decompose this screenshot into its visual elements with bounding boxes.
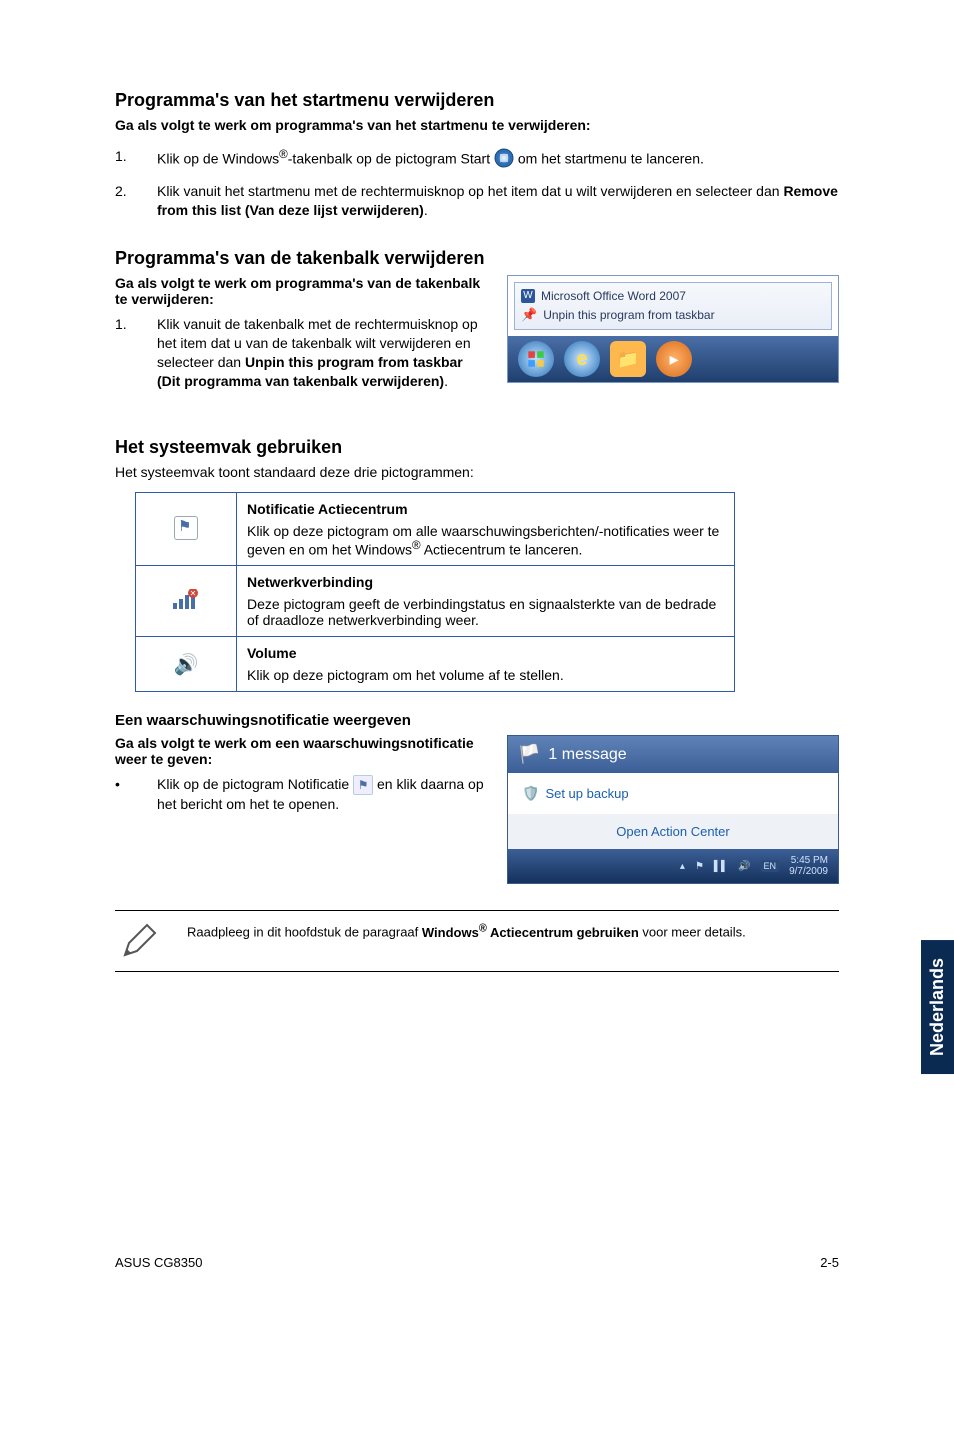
tray-network-icon[interactable]: ▌▌: [714, 861, 728, 872]
note-box: Raadpleeg in dit hoofdstuk de paragraaf …: [115, 910, 839, 972]
table-row: 🔊 Volume Klik op deze pictogram om het v…: [136, 637, 735, 692]
footer-page-number: 2-5: [820, 1255, 839, 1270]
tray-flag-icon[interactable]: ⚑: [695, 861, 704, 872]
bullet-marker: •: [115, 775, 157, 814]
unpin-screenshot: W Microsoft Office Word 2007 📌 Unpin thi…: [507, 275, 839, 383]
network-icon-cell: ✕: [136, 566, 237, 637]
language-side-tab: Nederlands: [921, 940, 954, 1074]
cell-title: Notificatie Actiecentrum: [247, 501, 724, 517]
cell-body: Deze pictogram geeft de verbindingstatus…: [247, 596, 724, 628]
footer-product: ASUS CG8350: [115, 1255, 202, 1270]
tray-up-icon[interactable]: ▴: [680, 861, 685, 872]
volume-icon-cell: 🔊: [136, 637, 237, 692]
volume-cell: Volume Klik op deze pictogram om het vol…: [237, 637, 735, 692]
start-orb-icon[interactable]: [518, 341, 554, 377]
section2-intro: Ga als volgt te werk om programma's van …: [115, 275, 487, 307]
action-center-popup: 🏳️ 1 message 🛡️ Set up backup Open Actio…: [507, 735, 839, 884]
step-number: 2.: [115, 182, 157, 220]
action-center-flag-icon: [174, 516, 198, 540]
section1-steps: 1. Klik op de Windows®-takenbalk op de p…: [115, 147, 839, 220]
network-icon: ✕: [173, 589, 199, 611]
section2-title: Programma's van de takenbalk verwijderen: [115, 248, 839, 269]
tray-date: 9/7/2009: [789, 866, 828, 877]
cell-title: Netwerkverbinding: [247, 574, 724, 590]
step-number: 1.: [115, 147, 157, 172]
section1-title: Programma's van het startmenu verwijdere…: [115, 90, 839, 111]
popup-header-text: 1 message: [548, 746, 626, 764]
tray-volume-icon[interactable]: 🔊: [738, 861, 750, 872]
menu-item-word[interactable]: W Microsoft Office Word 2007: [521, 287, 825, 305]
section4-intro: Ga als volgt te werk om een waarschuwing…: [115, 735, 487, 767]
flag-icon: 🏳️: [518, 744, 540, 765]
taskbar: e 📁 ▸: [508, 336, 838, 382]
page-footer: ASUS CG8350 2-5: [115, 1255, 839, 1270]
context-menu: W Microsoft Office Word 2007 📌 Unpin thi…: [514, 282, 832, 330]
section3-title: Het systeemvak gebruiken: [115, 437, 839, 458]
cell-title: Volume: [247, 645, 724, 661]
shield-icon: 🛡️: [522, 785, 539, 802]
explorer-icon[interactable]: 📁: [610, 341, 646, 377]
action-center-cell: Notificatie Actiecentrum Klik op deze pi…: [237, 492, 735, 566]
word-icon: W: [521, 289, 535, 303]
section4-title: Een waarschuwingsnotificatie weergeven: [115, 712, 839, 729]
section2-steps: 1. Klik vanuit de takenbalk met de recht…: [115, 315, 487, 391]
popup-header: 🏳️ 1 message: [508, 736, 838, 773]
popup-tray: ▴ ⚑ ▌▌ 🔊 EN 5:45 PM 9/7/2009: [508, 849, 838, 883]
section4-bullet: Klik op de pictogram Notificatie ⚑ en kl…: [157, 775, 487, 814]
section2-step1: Klik vanuit de takenbalk met de rechterm…: [157, 315, 487, 391]
cell-body: Klik op deze pictogram om alle waarschuw…: [247, 523, 724, 558]
tray-lang-icon[interactable]: EN: [761, 860, 780, 872]
step-number: 1.: [115, 315, 157, 391]
open-action-center-link[interactable]: Open Action Center: [508, 814, 838, 849]
volume-icon: 🔊: [174, 652, 199, 677]
popup-item-backup[interactable]: 🛡️ Set up backup: [508, 773, 838, 814]
start-orb-icon: [494, 148, 514, 173]
menu-item-unpin[interactable]: 📌 Unpin this program from taskbar: [521, 305, 825, 325]
note-text: Raadpleeg in dit hoofdstuk de paragraaf …: [187, 921, 746, 941]
systray-table: Notificatie Actiecentrum Klik op deze pi…: [135, 492, 735, 693]
pencil-note-icon: [115, 921, 163, 961]
tray-time: 5:45 PM: [791, 855, 828, 866]
section4-bullets: • Klik op de pictogram Notificatie ⚑ en …: [115, 775, 487, 814]
cell-body: Klik op deze pictogram om het volume af …: [247, 667, 724, 683]
section1-step1: Klik op de Windows®-takenbalk op de pict…: [157, 147, 839, 172]
svg-text:✕: ✕: [190, 589, 197, 598]
action-center-icon-cell: [136, 492, 237, 566]
table-row: Notificatie Actiecentrum Klik op deze pi…: [136, 492, 735, 566]
section3-intro: Het systeemvak toont standaard deze drie…: [115, 464, 839, 480]
wmp-icon[interactable]: ▸: [656, 341, 692, 377]
table-row: ✕ Netwerkverbinding Deze pictogram geeft…: [136, 566, 735, 637]
section1-step2: Klik vanuit het startmenu met de rechter…: [157, 182, 839, 220]
section1-intro: Ga als volgt te werk om programma's van …: [115, 117, 839, 133]
ie-icon[interactable]: e: [564, 341, 600, 377]
notification-flag-icon: ⚑: [353, 775, 373, 795]
unpin-icon: 📌: [521, 307, 537, 323]
network-cell: Netwerkverbinding Deze pictogram geeft d…: [237, 566, 735, 637]
